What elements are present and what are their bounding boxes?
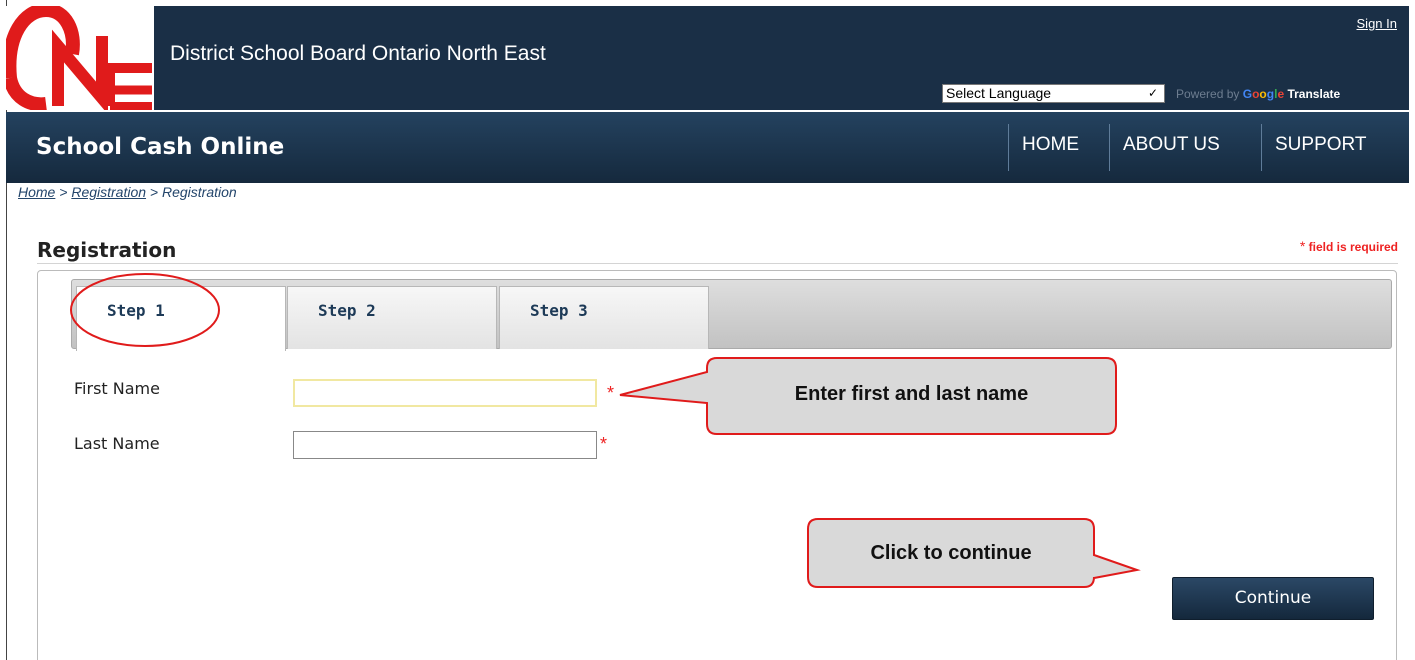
step-1-highlight-circle: [70, 273, 220, 347]
continue-hint-text: Click to continue: [870, 542, 1032, 564]
name-hint-text: Enter first and last name: [794, 383, 1029, 405]
annotation-overlay: [70, 273, 1141, 588]
